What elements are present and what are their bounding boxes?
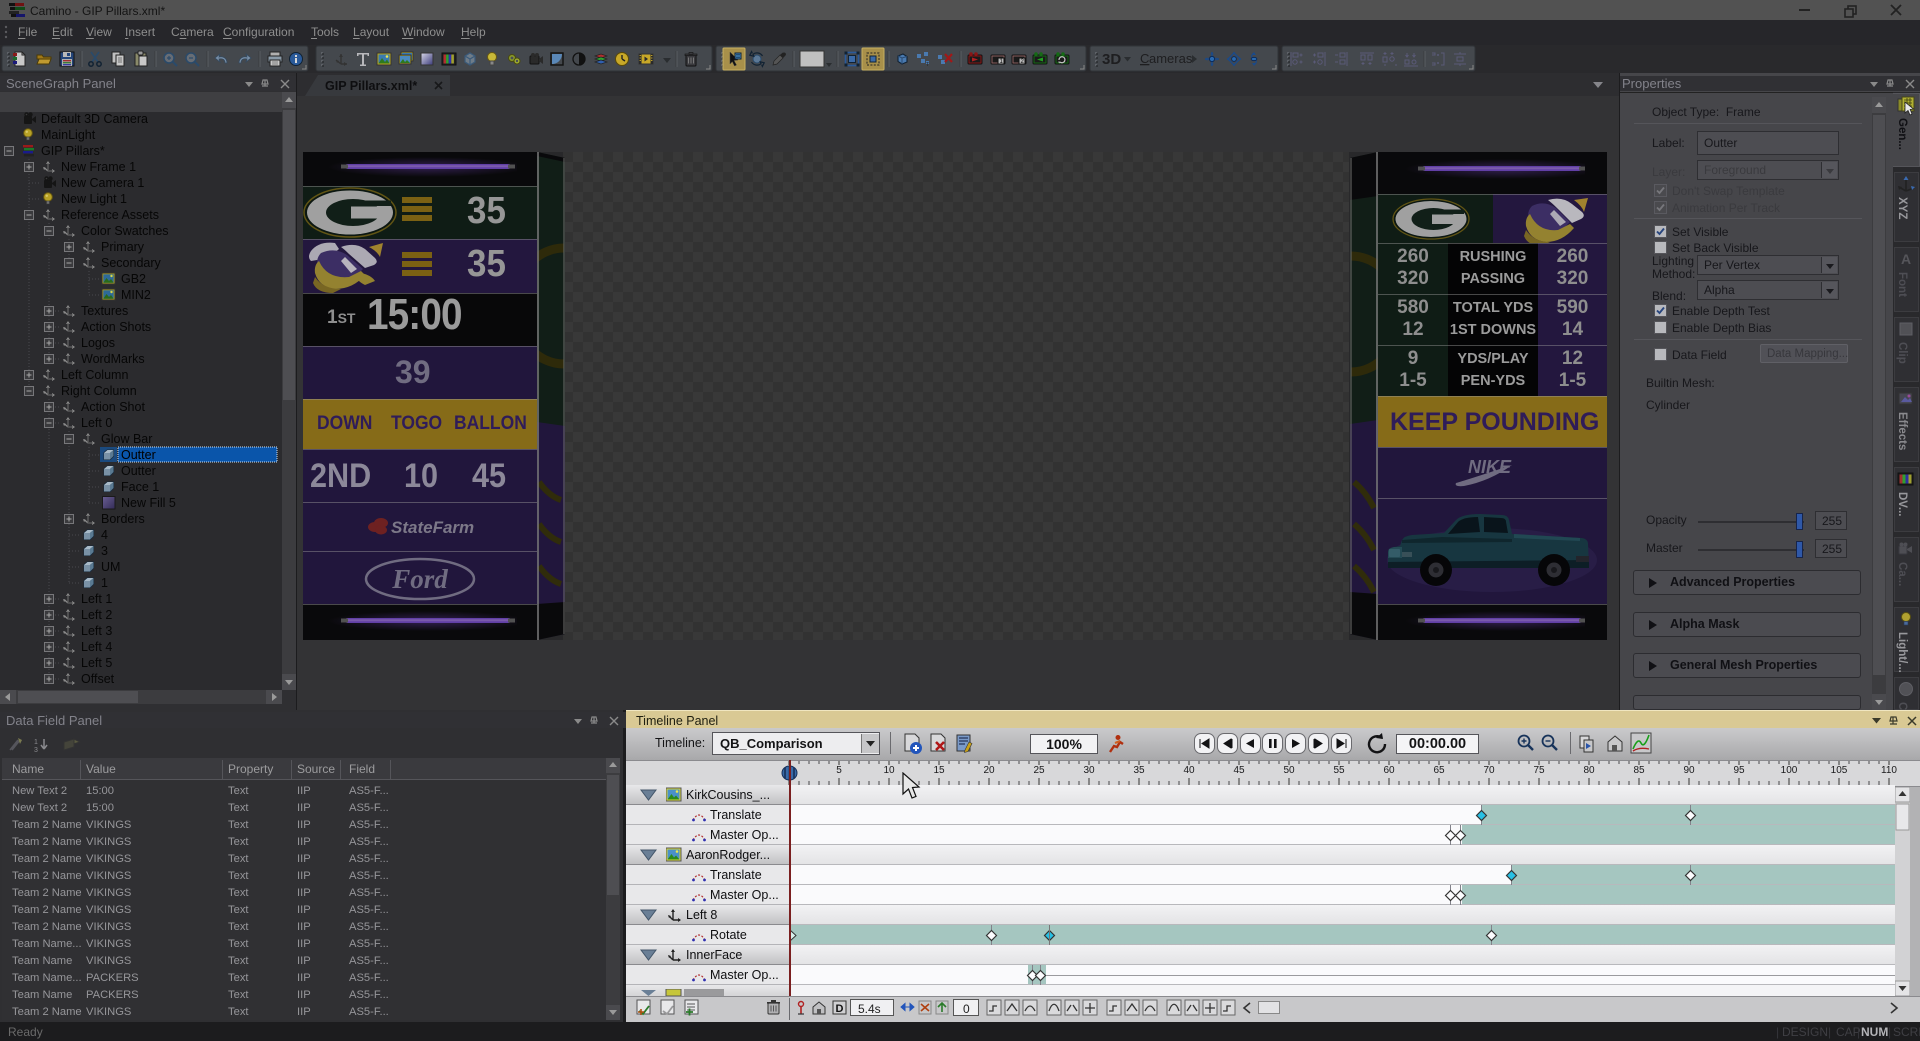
svg-text:100: 100 — [1781, 765, 1798, 776]
svg-text:Left 1: Left 1 — [81, 592, 112, 606]
svg-text:25: 25 — [1033, 765, 1045, 776]
svg-text:Borders: Borders — [101, 512, 145, 526]
svg-text:Color Swatches: Color Swatches — [81, 224, 169, 238]
svg-text:1: 1 — [34, 739, 38, 746]
svg-text:30: 30 — [1083, 765, 1095, 776]
svg-text:110: 110 — [1881, 765, 1897, 776]
svg-text:A: A — [1901, 251, 1911, 267]
svg-text:New Light 1: New Light 1 — [61, 192, 127, 206]
svg-text:D: D — [836, 1003, 844, 1015]
svg-text:MainLight: MainLight — [41, 128, 96, 142]
svg-text:Left 4: Left 4 — [81, 640, 112, 654]
svg-text:70: 70 — [1483, 765, 1495, 776]
svg-text:80: 80 — [1583, 765, 1595, 776]
svg-text:5: 5 — [836, 765, 842, 776]
svg-text:Logos: Logos — [81, 336, 115, 350]
svg-text:15: 15 — [933, 765, 945, 776]
svg-text:Action Shots: Action Shots — [81, 320, 151, 334]
svg-text:Outter: Outter — [121, 464, 156, 478]
svg-text:75: 75 — [1533, 765, 1545, 776]
svg-text:95: 95 — [1733, 765, 1745, 776]
svg-text:3: 3 — [101, 544, 108, 558]
svg-text:55: 55 — [1333, 765, 1345, 776]
svg-text:60: 60 — [1383, 765, 1395, 776]
svg-text:35: 35 — [1133, 765, 1145, 776]
svg-text:Left 2: Left 2 — [81, 608, 112, 622]
svg-text:85: 85 — [1633, 765, 1645, 776]
svg-text:Ford: Ford — [391, 564, 448, 594]
svg-text:4: 4 — [101, 528, 108, 542]
svg-text:Offset: Offset — [81, 672, 115, 686]
svg-text:10: 10 — [883, 765, 895, 776]
svg-text:Left 3: Left 3 — [81, 624, 112, 638]
svg-text:Left Column: Left Column — [61, 368, 128, 382]
svg-text:ameras: ameras — [1149, 51, 1193, 66]
svg-text:20: 20 — [983, 765, 995, 776]
svg-text:50: 50 — [1283, 765, 1295, 776]
svg-text:MIN2: MIN2 — [121, 288, 151, 302]
svg-text:New Fill 5: New Fill 5 — [121, 496, 176, 510]
svg-text:Glow Bar: Glow Bar — [101, 432, 152, 446]
svg-text:45: 45 — [1233, 765, 1245, 776]
svg-text:3D: 3D — [1102, 51, 1121, 68]
svg-text:Textures: Textures — [81, 304, 128, 318]
svg-text:Left 0: Left 0 — [81, 416, 112, 430]
svg-text:Secondary: Secondary — [101, 256, 162, 270]
svg-text:Primary: Primary — [101, 240, 145, 254]
svg-text:65: 65 — [1433, 765, 1445, 776]
svg-text:StateFarm: StateFarm — [391, 518, 474, 537]
svg-text:Face 1: Face 1 — [121, 480, 159, 494]
svg-text:GIP Pillars.xml*: GIP Pillars.xml* — [325, 79, 417, 93]
svg-text:Outter: Outter — [121, 448, 156, 462]
svg-text:90: 90 — [1683, 765, 1695, 776]
svg-text:New Camera 1: New Camera 1 — [61, 176, 144, 190]
svg-text:GB2: GB2 — [121, 272, 146, 286]
svg-text:Left 5: Left 5 — [81, 656, 112, 670]
svg-text:New Frame 1: New Frame 1 — [61, 160, 136, 174]
svg-text:T: T — [926, 62, 929, 68]
svg-text:Reference Assets: Reference Assets — [61, 208, 159, 222]
svg-text:3: 3 — [34, 747, 38, 754]
svg-text:40: 40 — [1183, 765, 1195, 776]
svg-text:Right Column: Right Column — [61, 384, 137, 398]
svg-text:Default 3D Camera: Default 3D Camera — [41, 112, 148, 126]
svg-text:105: 105 — [1831, 765, 1848, 776]
svg-text:Action Shot: Action Shot — [81, 400, 145, 414]
svg-text:GIP Pillars*: GIP Pillars* — [41, 144, 105, 158]
svg-text:1: 1 — [101, 576, 108, 590]
svg-text:UM: UM — [101, 560, 120, 574]
svg-text:C: C — [1140, 51, 1149, 66]
svg-text:WordMarks: WordMarks — [81, 352, 145, 366]
